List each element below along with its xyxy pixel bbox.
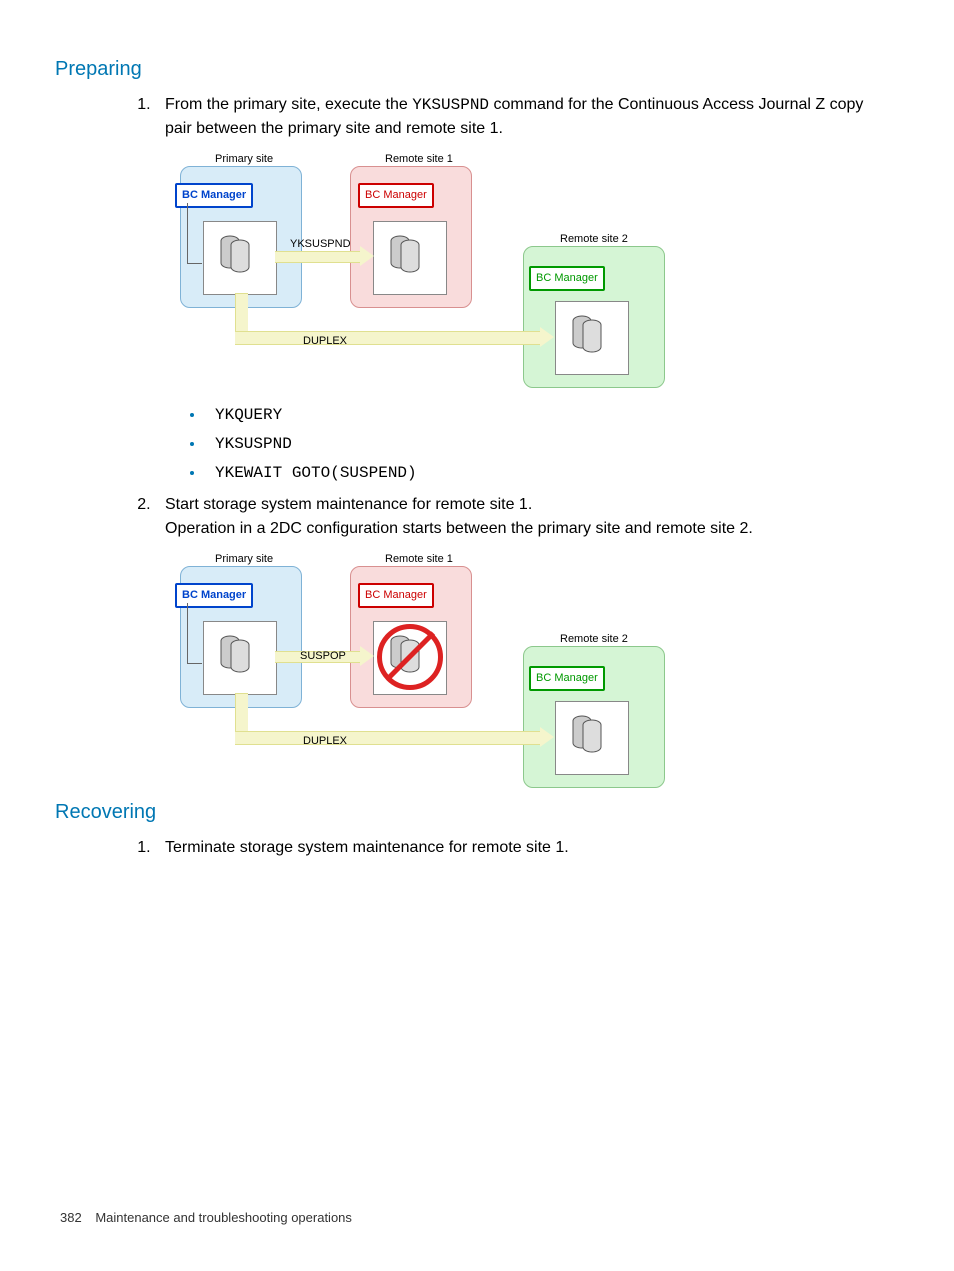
arrow	[275, 251, 360, 263]
db-icon	[219, 635, 253, 675]
arrow-head-icon	[360, 246, 374, 266]
page-footer: 382 Maintenance and troubleshooting oper…	[60, 1210, 352, 1225]
recovering-step1-text: Terminate storage system maintenance for…	[165, 839, 569, 856]
db-icon	[571, 315, 605, 355]
arrow	[235, 331, 540, 345]
bc-remote2: BC Manager	[529, 266, 605, 291]
bullet-item: YKEWAIT GOTO(SUSPEND)	[205, 459, 894, 488]
bullet-text: YKEWAIT GOTO(SUSPEND)	[215, 464, 417, 482]
arrow	[235, 731, 540, 745]
bullet-text: YKQUERY	[215, 406, 282, 424]
diagram2-canvas: Primary site Remote site 1 Remote site 2…	[175, 551, 665, 791]
bc-remote2: BC Manager	[529, 666, 605, 691]
db-icon	[389, 235, 423, 275]
recovering-step-1: Terminate storage system maintenance for…	[155, 836, 894, 860]
bullet-text: YKSUSPND	[215, 435, 292, 453]
duplex-label: DUPLEX	[303, 733, 347, 750]
page-number: 382	[60, 1210, 82, 1225]
conn-line2	[187, 263, 202, 264]
page-content: Preparing From the primary site, execute…	[0, 0, 954, 902]
step-1: From the primary site, execute the YKSUS…	[155, 93, 894, 487]
conn-line	[187, 603, 188, 663]
bc-remote1: BC Manager	[358, 583, 434, 608]
bullet-item: YKSUSPND	[205, 430, 894, 459]
step2-line2: Operation in a 2DC configuration starts …	[165, 520, 753, 537]
diagram-2: Primary site Remote site 1 Remote site 2…	[175, 551, 894, 791]
step-2: Start storage system maintenance for rem…	[155, 493, 894, 791]
step2-line1: Start storage system maintenance for rem…	[165, 496, 532, 513]
bullet-item: YKQUERY	[205, 401, 894, 430]
arrow-head-icon	[360, 646, 374, 666]
step1-text-before: From the primary site, execute the	[165, 96, 412, 113]
preparing-steps: From the primary site, execute the YKSUS…	[125, 93, 894, 791]
duplex-label: DUPLEX	[303, 333, 347, 350]
recovering-steps: Terminate storage system maintenance for…	[125, 836, 894, 860]
conn-line2	[187, 663, 202, 664]
footer-title: Maintenance and troubleshooting operatio…	[95, 1210, 352, 1225]
prohibit-icon	[377, 624, 443, 690]
arrow-head-icon	[540, 327, 554, 347]
op-label-1: YKSUSPND	[290, 236, 351, 253]
command-list: YKQUERY YKSUSPND YKEWAIT GOTO(SUSPEND)	[175, 401, 894, 487]
conn-line	[187, 203, 188, 263]
diagram-1: Primary site Remote site 1 Remote site 2…	[175, 151, 894, 391]
heading-preparing: Preparing	[55, 58, 894, 81]
db-icon	[571, 715, 605, 755]
heading-recovering: Recovering	[55, 801, 894, 824]
arrow-head-icon	[540, 727, 554, 747]
step1-code: YKSUSPND	[412, 96, 489, 114]
op-label-2: SUSPOP	[300, 648, 346, 665]
diagram1-canvas: Primary site Remote site 1 Remote site 2…	[175, 151, 665, 391]
bc-remote1: BC Manager	[358, 183, 434, 208]
db-icon	[219, 235, 253, 275]
